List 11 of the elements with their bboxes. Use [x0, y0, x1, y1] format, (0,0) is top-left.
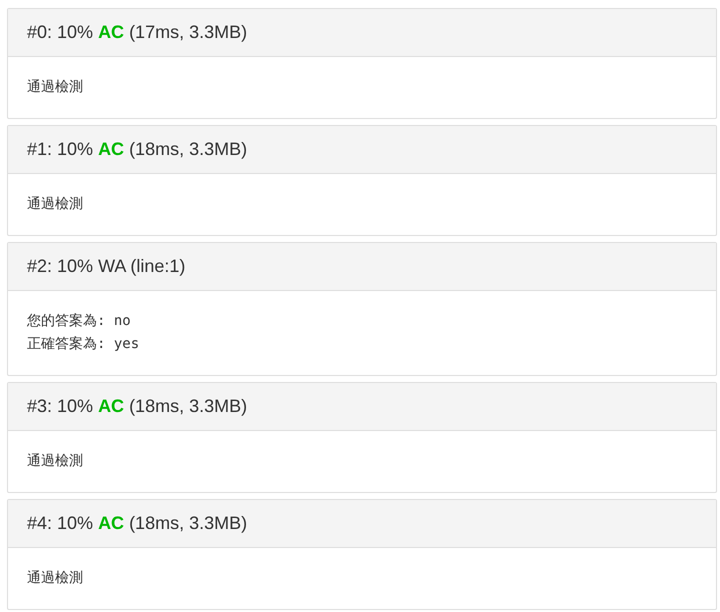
judge-message-line: 您的答案為: no	[27, 312, 132, 331]
judge-message-line: 通過檢測	[27, 78, 84, 97]
result-heading: #0: 10% AC (17ms, 3.3MB)	[8, 9, 716, 57]
judge-message-line: 正確答案為: yes	[27, 335, 140, 354]
result-heading: #1: 10% AC (18ms, 3.3MB)	[8, 126, 716, 174]
result-heading: #4: 10% AC (18ms, 3.3MB)	[8, 500, 716, 548]
result-heading: #3: 10% AC (18ms, 3.3MB)	[8, 383, 716, 431]
judge-message-line: 通過檢測	[27, 195, 84, 214]
judge-message-line: 通過檢測	[27, 569, 84, 588]
judge-message-line: 通過檢測	[27, 452, 84, 471]
result-heading: #2: 10% WA (line:1)	[8, 243, 716, 291]
